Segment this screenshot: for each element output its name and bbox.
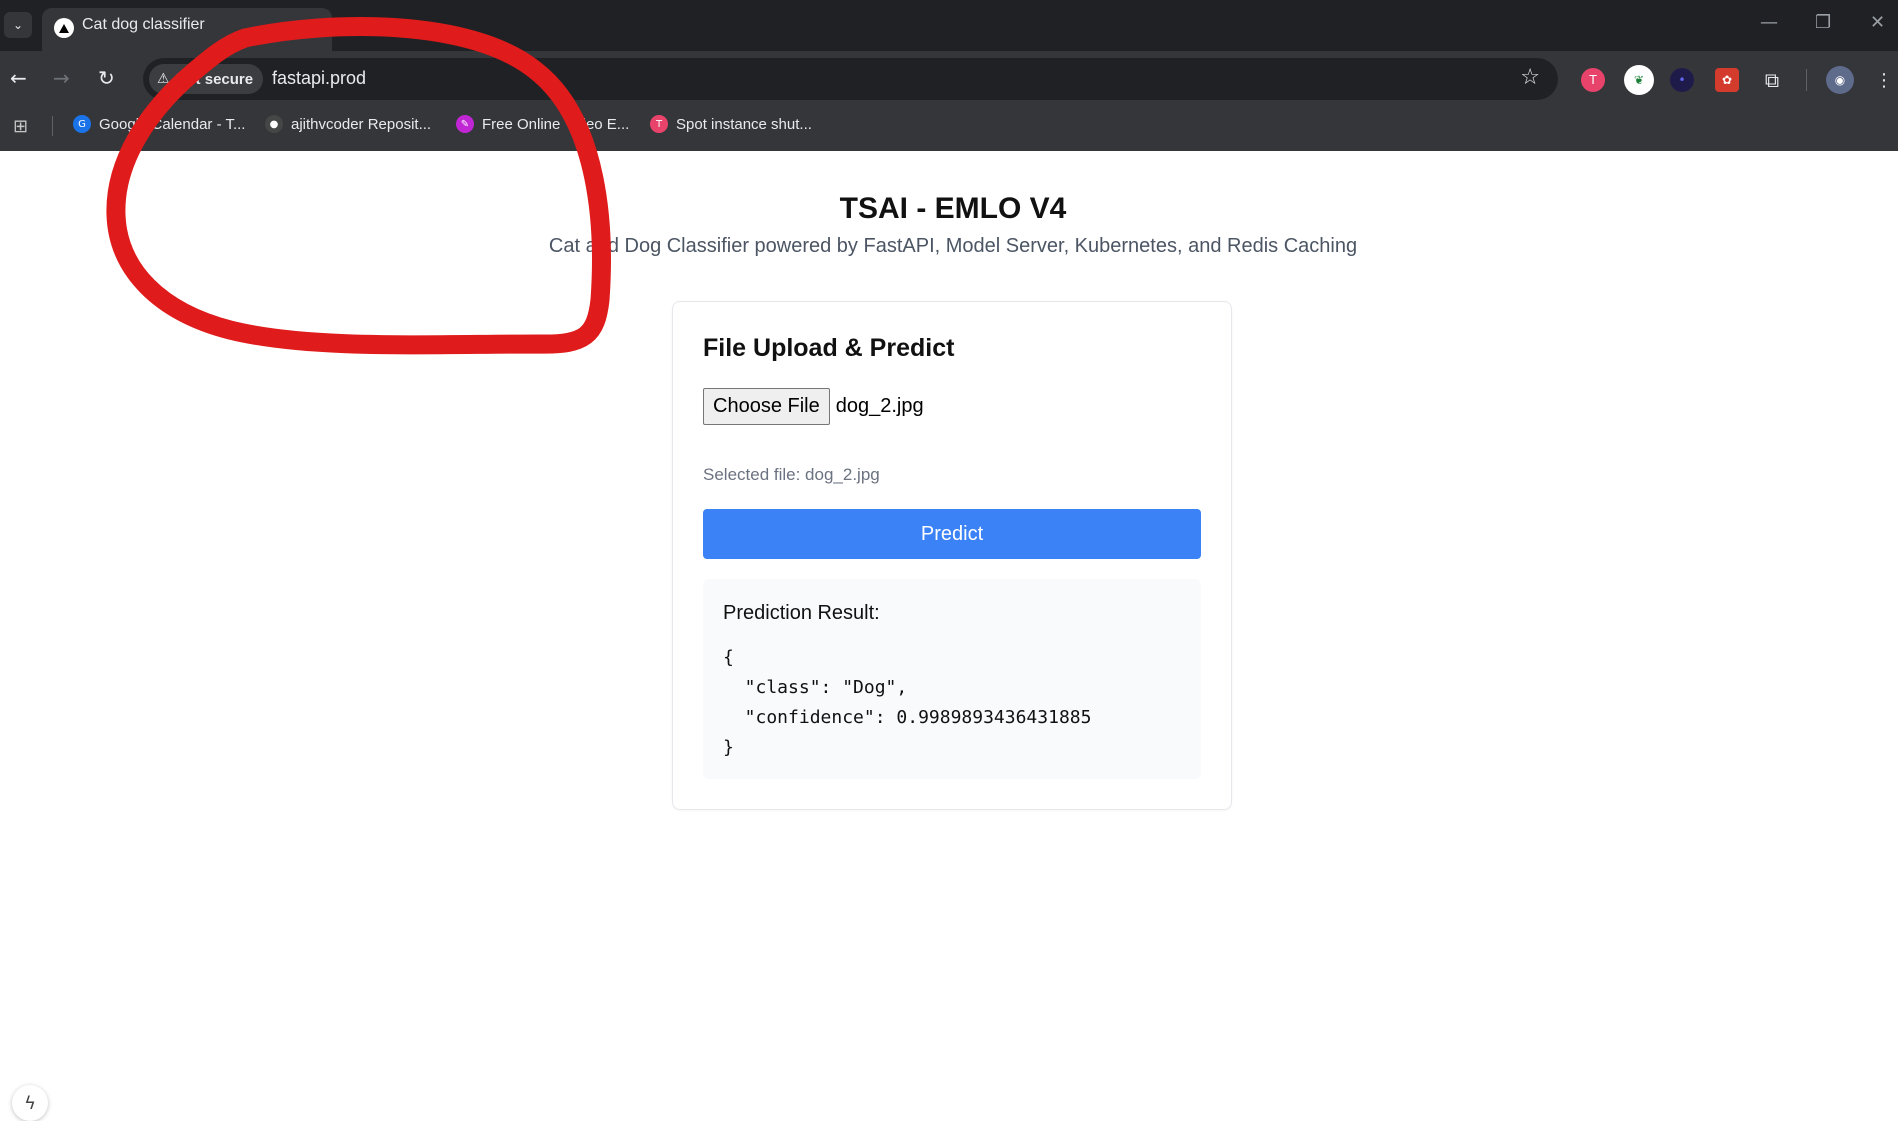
url-text[interactable]: fastapi.prod: [272, 68, 366, 89]
bookmark-label: Google Calendar - T...: [99, 115, 246, 133]
card-title: File Upload & Predict: [703, 334, 955, 362]
bookmark-video-editor[interactable]: ✎ Free Online Video E...: [456, 115, 629, 133]
bookmark-label: Spot instance shut...: [676, 115, 812, 133]
tab-close-icon[interactable]: ×: [304, 14, 317, 33]
tab-search-chevron-icon[interactable]: ⌄: [4, 12, 32, 38]
upload-card: File Upload & Predict Choose File dog_2.…: [672, 301, 1232, 810]
security-label: Not secure: [175, 70, 254, 88]
extensions-puzzle-icon[interactable]: ⧉: [1760, 68, 1784, 92]
video-editor-icon: ✎: [456, 115, 474, 133]
page-content: TSAI - EMLO V4 Cat and Dog Classifier po…: [0, 151, 1898, 1121]
extension-red-icon[interactable]: ✿: [1715, 68, 1739, 92]
github-icon: ●: [265, 115, 283, 133]
warning-triangle-icon: ⚠: [157, 71, 170, 87]
bookmark-label: ajithvcoder Reposit...: [291, 115, 432, 133]
page-subtitle: Cat and Dog Classifier powered by FastAP…: [548, 235, 1358, 257]
browser-toolbar: ← → ↻ ⚠ Not secure fastapi.prod ☆ T ❦ • …: [0, 51, 1898, 158]
extension-leaf-icon[interactable]: ❦: [1624, 65, 1654, 95]
browser-tabstrip: ⌄ Cat dog classifier × + — ❐ ✕: [0, 0, 1898, 51]
page-title: TSAI - EMLO V4: [839, 192, 1067, 225]
restore-icon[interactable]: ❐: [1815, 12, 1831, 33]
tab-title: Cat dog classifier: [82, 16, 205, 33]
address-bar[interactable]: ⚠ Not secure fastapi.prod ☆: [143, 58, 1558, 100]
toolbar-divider: [1806, 69, 1807, 91]
tab-favicon-icon: [54, 18, 74, 38]
bookmark-app-icon: T: [650, 115, 668, 133]
prediction-result-label: Prediction Result:: [723, 602, 880, 624]
selected-file-text: Selected file: dog_2.jpg: [703, 465, 880, 484]
choose-file-button[interactable]: Choose File: [703, 388, 830, 425]
file-input[interactable]: Choose File dog_2.jpg: [703, 388, 924, 425]
forward-arrow-icon[interactable]: →: [53, 66, 70, 90]
back-arrow-icon[interactable]: ←: [10, 66, 27, 90]
bookmark-google-calendar[interactable]: G Google Calendar - T...: [73, 115, 245, 133]
bookmark-star-icon[interactable]: ☆: [1520, 65, 1540, 90]
menu-kebab-icon[interactable]: ⋮: [1872, 68, 1896, 92]
reload-icon[interactable]: ↻: [98, 66, 115, 90]
bookmarks-bar: ⊞ G Google Calendar - T... ● ajithvcoder…: [0, 107, 1898, 143]
prediction-result-panel: Prediction Result: { "class": "Dog", "co…: [703, 579, 1201, 779]
predict-button[interactable]: Predict: [703, 509, 1201, 559]
extension-dark-icon[interactable]: •: [1670, 68, 1694, 92]
browser-tab-active[interactable]: Cat dog classifier ×: [42, 8, 332, 51]
security-chip[interactable]: ⚠ Not secure: [149, 64, 264, 94]
chosen-file-name: dog_2.jpg: [835, 395, 924, 417]
bookmark-github[interactable]: ● ajithvcoder Reposit...: [265, 115, 431, 133]
profile-avatar-icon[interactable]: ◉: [1826, 66, 1854, 94]
extension-pink-icon[interactable]: T: [1581, 68, 1605, 92]
lightning-bolt-icon[interactable]: ϟ: [12, 1085, 48, 1121]
window-close-icon[interactable]: ✕: [1870, 12, 1885, 33]
bookmarks-divider: [52, 116, 53, 136]
prediction-result-json: { "class": "Dog", "confidence": 0.998989…: [723, 647, 1092, 758]
new-tab-icon[interactable]: +: [348, 12, 365, 36]
minimize-icon[interactable]: —: [1760, 12, 1778, 33]
bookmark-spot-instance[interactable]: T Spot instance shut...: [650, 115, 812, 133]
bookmark-label: Free Online Video E...: [482, 115, 630, 133]
apps-grid-icon[interactable]: ⊞: [13, 116, 28, 137]
google-calendar-icon: G: [73, 115, 91, 133]
